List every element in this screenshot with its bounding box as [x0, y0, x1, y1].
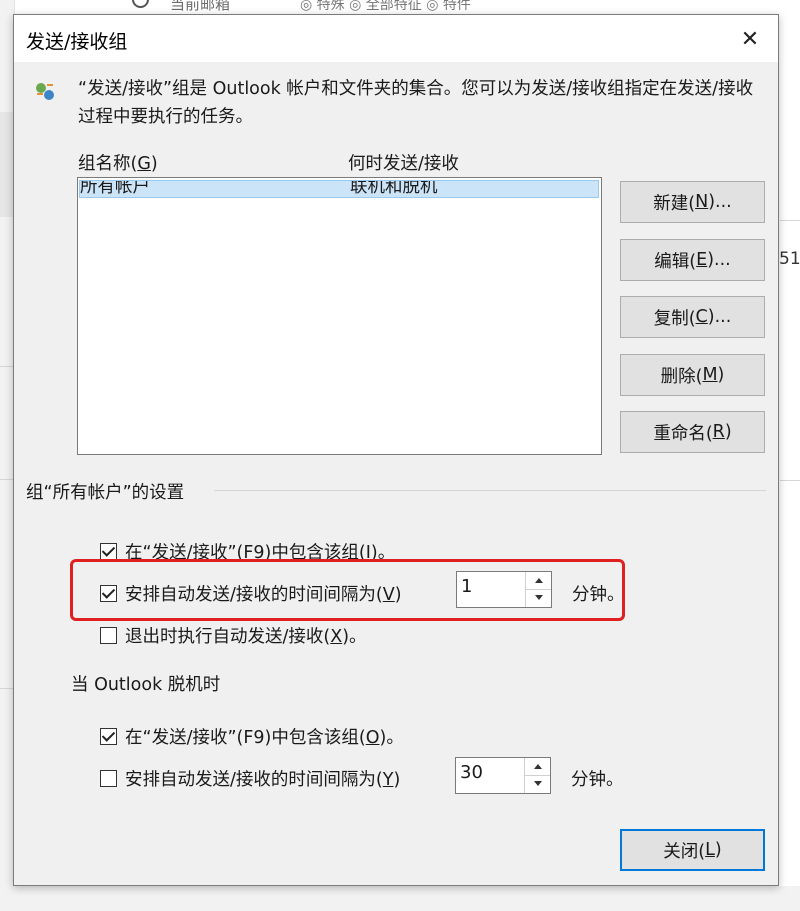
background-right-column	[779, 0, 800, 911]
offline-include-checkbox[interactable]	[100, 728, 117, 745]
auto-interval-label: 安排自动发送/接收的时间间隔为(V)	[125, 585, 402, 605]
edit-button[interactable]: 编辑(E)...	[620, 239, 765, 281]
list-item[interactable]: 所有帐户 联机和脱机	[79, 180, 599, 198]
auto-interval-spinner[interactable]: 1	[456, 571, 552, 608]
group-name-cell: 所有帐户	[80, 180, 150, 197]
delete-button[interactable]: 删除(M)	[620, 354, 765, 396]
section-divider	[214, 490, 766, 491]
close-button[interactable]: 关闭(L)	[620, 829, 765, 871]
offline-auto-interval-checkbox[interactable]	[100, 770, 117, 787]
offline-include-option[interactable]: 在“发送/接收”(F9)中包含该组(O)。	[100, 724, 404, 749]
background-divider	[0, 366, 14, 367]
send-receive-groups-dialog: 发送/接收组 ✕ “发送/接收”组是 Outlook 帐户和文件夹的集合。您可以…	[13, 14, 779, 886]
offline-include-label: 在“发送/接收”(F9)中包含该组(O)。	[125, 728, 404, 748]
group-settings-title: 组“所有帐户”的设置	[26, 483, 185, 503]
background-search-placeholder: 当前邮箱	[170, 0, 231, 13]
background-number: 51	[779, 249, 800, 269]
close-icon[interactable]: ✕	[728, 21, 772, 57]
background-divider	[780, 220, 800, 221]
new-button[interactable]: 新建(N)...	[620, 181, 765, 223]
auto-interval-option[interactable]: 安排自动发送/接收的时间间隔为(V)	[100, 581, 402, 606]
spin-down-arrow-icon[interactable]	[525, 775, 550, 792]
spin-up-arrow-icon[interactable]	[526, 572, 551, 590]
spin-up-arrow-icon[interactable]	[525, 758, 550, 776]
send-receive-icon	[36, 83, 54, 100]
offline-auto-interval-spinner[interactable]: 30	[455, 757, 551, 794]
search-icon	[132, 0, 149, 8]
background-filter-bar: ◎ 特殊 ◎ 全部特征 ◎ 特件	[300, 0, 471, 13]
on-exit-checkbox[interactable]	[100, 627, 117, 644]
offline-auto-interval-value[interactable]: 30	[460, 762, 483, 783]
spin-down-arrow-icon[interactable]	[526, 589, 551, 606]
offline-auto-interval-label: 安排自动发送/接收的时间间隔为(Y)	[125, 770, 401, 790]
background-divider	[0, 688, 14, 689]
background-sidebar-selection	[0, 112, 14, 217]
group-when-cell: 联机和脱机	[350, 180, 438, 197]
column-header-group-name: 组名称(G)	[78, 154, 158, 174]
on-exit-label: 退出时执行自动发送/接收(X)。	[125, 627, 367, 647]
copy-button[interactable]: 复制(C)...	[620, 296, 765, 338]
dialog-title: 发送/接收组	[26, 31, 128, 53]
dialog-description: “发送/接收”组是 Outlook 帐户和文件夹的集合。您可以为发送/接收组指定…	[78, 79, 754, 127]
offline-auto-interval-option[interactable]: 安排自动发送/接收的时间间隔为(Y)	[100, 766, 400, 791]
auto-interval-checkbox[interactable]	[100, 585, 117, 602]
auto-interval-unit: 分钟。	[572, 585, 625, 605]
background-footer	[0, 886, 800, 911]
column-header-when: 何时发送/接收	[348, 154, 459, 174]
auto-interval-value[interactable]: 1	[461, 576, 472, 597]
offline-auto-interval-unit: 分钟。	[571, 770, 624, 790]
background-divider	[0, 479, 14, 480]
include-group-checkbox[interactable]	[100, 543, 117, 560]
rename-button[interactable]: 重命名(R)	[620, 411, 765, 453]
background-divider	[780, 480, 800, 481]
groups-listbox[interactable]: 所有帐户 联机和脱机	[77, 177, 602, 455]
include-group-option[interactable]: 在“发送/接收”(F9)中包含该组(I)。	[100, 539, 395, 564]
background-search-box[interactable]: 当前邮箱	[128, 0, 278, 14]
on-exit-option[interactable]: 退出时执行自动发送/接收(X)。	[100, 623, 367, 648]
offline-settings-title: 当 Outlook 脱机时	[71, 675, 221, 695]
include-group-label: 在“发送/接收”(F9)中包含该组(I)。	[125, 543, 396, 563]
dialog-titlebar: 发送/接收组 ✕	[14, 15, 778, 62]
